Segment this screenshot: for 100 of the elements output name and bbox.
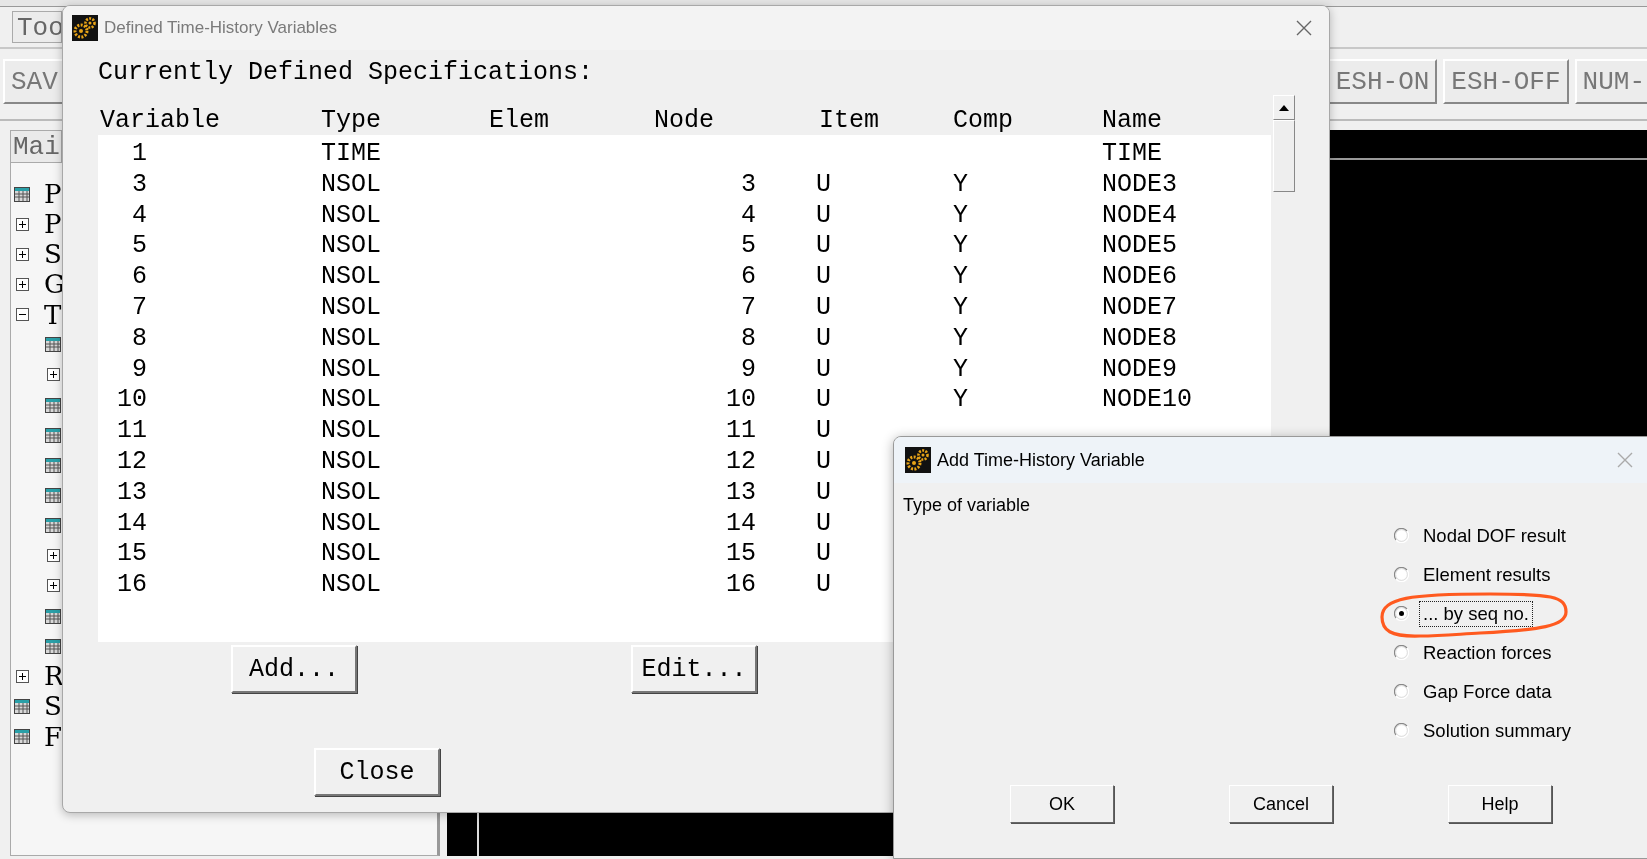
tree-item[interactable]: S <box>44 239 62 270</box>
table-cell: 11 <box>117 416 147 447</box>
radio-label[interactable]: Solution summary <box>1419 717 1576 744</box>
table-icon[interactable] <box>45 457 61 473</box>
tree-item[interactable]: T <box>44 299 62 330</box>
scroll-up-button[interactable] <box>1273 95 1295 120</box>
table-cell: 8 <box>132 323 147 355</box>
expand-icon[interactable] <box>15 247 29 261</box>
table-cell: TIME <box>1102 139 1162 170</box>
column-header: Node <box>654 106 715 135</box>
table-cell: 12 <box>726 446 756 478</box>
tree-item[interactable]: R <box>44 661 64 692</box>
table-icon[interactable] <box>45 518 61 534</box>
table-cell: 10 <box>726 385 756 417</box>
table-cell: Y <box>953 169 968 201</box>
column-header: Name <box>1102 106 1163 135</box>
table-cell: NODE8 <box>1102 323 1177 355</box>
edit-button[interactable]: Edit... <box>631 645 757 693</box>
expand-icon[interactable] <box>15 669 29 683</box>
radio-label[interactable]: Nodal DOF result <box>1419 522 1570 549</box>
table-cell: NODE6 <box>1102 262 1177 293</box>
radio-label[interactable]: ... by seq no. <box>1419 600 1533 627</box>
table-cell: NODE3 <box>1102 169 1177 201</box>
radio-button[interactable] <box>1394 645 1409 660</box>
table-icon[interactable] <box>45 337 61 353</box>
table-icon[interactable] <box>45 487 61 503</box>
table-cell: NSOL <box>321 200 381 232</box>
radio-button[interactable] <box>1394 684 1409 699</box>
table-cell: 14 <box>726 508 756 540</box>
table-cell: U <box>816 477 831 509</box>
column-header: Comp <box>953 106 1014 135</box>
table-cell: NSOL <box>321 262 381 293</box>
table-cell: 16 <box>117 570 147 601</box>
table-cell: Y <box>953 262 968 293</box>
table-cell: NSOL <box>321 231 381 263</box>
table-cell: 13 <box>726 477 756 509</box>
radio-label[interactable]: Reaction forces <box>1419 639 1556 666</box>
table-cell: U <box>816 508 831 540</box>
table-icon[interactable] <box>45 608 61 624</box>
expand-icon[interactable] <box>46 549 60 563</box>
ok-button[interactable]: OK <box>1010 785 1114 823</box>
table-cell: NSOL <box>321 169 381 201</box>
radio-button[interactable] <box>1394 528 1409 543</box>
table-cell: U <box>816 200 831 232</box>
table-cell: NSOL <box>321 539 381 571</box>
table-cell: U <box>816 231 831 263</box>
table-cell: NSOL <box>321 293 381 324</box>
cancel-button[interactable]: Cancel <box>1229 785 1333 823</box>
table-icon[interactable] <box>14 698 30 714</box>
close-button[interactable]: Close <box>314 748 440 796</box>
table-cell: NSOL <box>321 446 381 478</box>
table-cell: U <box>816 446 831 478</box>
table-icon[interactable] <box>45 397 61 413</box>
column-header: Elem <box>489 106 550 135</box>
table-cell: Y <box>953 200 968 232</box>
table-cell: 15 <box>726 539 756 571</box>
toolbar-button[interactable]: ESH-ON <box>1327 59 1438 104</box>
add-button[interactable]: Add... <box>231 645 357 693</box>
radio-label[interactable]: Element results <box>1419 561 1555 588</box>
table-cell: 5 <box>132 231 147 263</box>
table-cell: U <box>816 385 831 417</box>
table-cell: U <box>816 539 831 571</box>
table-cell: 8 <box>741 323 756 355</box>
table-cell: U <box>816 570 831 601</box>
expand-icon[interactable] <box>46 579 60 593</box>
table-cell: 7 <box>132 293 147 324</box>
tree-item[interactable]: S <box>44 691 62 722</box>
table-cell: 14 <box>117 508 147 540</box>
collapse-icon[interactable] <box>15 308 29 322</box>
expand-icon[interactable] <box>15 217 29 231</box>
table-icon[interactable] <box>45 427 61 443</box>
expand-icon[interactable] <box>46 368 60 382</box>
radio-button[interactable] <box>1394 723 1409 738</box>
tree-item[interactable]: P <box>44 209 62 240</box>
tree-item[interactable]: P <box>44 179 62 210</box>
table-cell: NSOL <box>321 508 381 540</box>
table-cell: NODE10 <box>1102 385 1192 417</box>
radio-label[interactable]: Gap Force data <box>1419 678 1556 705</box>
table-cell: 7 <box>741 293 756 324</box>
table-cell: 6 <box>741 262 756 293</box>
help-button[interactable]: Help <box>1448 785 1552 823</box>
table-icon[interactable] <box>14 729 30 745</box>
table-icon[interactable] <box>14 186 30 202</box>
table-cell: NSOL <box>321 385 381 417</box>
toolbar-button[interactable]: NUM- <box>1574 59 1647 104</box>
window-title: Add Time-History Variable <box>937 449 1145 471</box>
radio-button[interactable] <box>1394 567 1409 582</box>
table-icon[interactable] <box>45 638 61 654</box>
expand-icon[interactable] <box>15 278 29 291</box>
close-icon[interactable] <box>1295 19 1313 37</box>
table-cell: 16 <box>726 570 756 601</box>
radio-button[interactable] <box>1394 606 1409 621</box>
table-cell: NSOL <box>321 323 381 355</box>
scrollbar-thumb[interactable] <box>1273 120 1295 192</box>
tree-item[interactable]: F <box>44 721 63 752</box>
toolbar-button[interactable]: ESH-OFF <box>1443 59 1569 104</box>
table-cell: 15 <box>117 539 147 571</box>
tree-tab[interactable]: Mai <box>10 130 62 162</box>
table-cell: 3 <box>741 169 756 201</box>
table-cell: NSOL <box>321 354 381 386</box>
